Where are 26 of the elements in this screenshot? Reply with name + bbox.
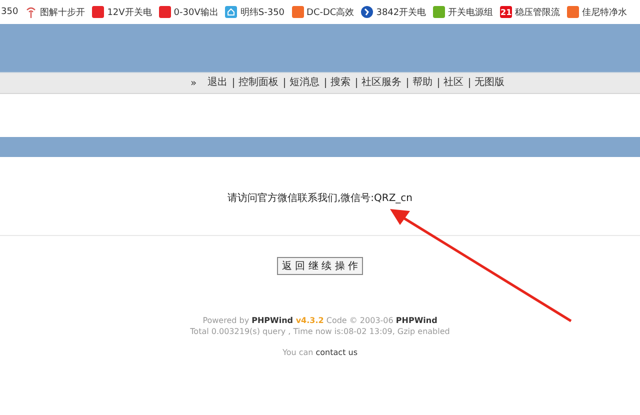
return-button[interactable]: 返 回 继 续 操 作	[277, 257, 363, 275]
nav-link[interactable]: 控制面板	[232, 78, 284, 88]
nav-link[interactable]: 帮助	[406, 78, 438, 88]
bookmark-item[interactable]: 佳尼特净水	[567, 6, 628, 18]
bookmark-item[interactable]: DC-DC高效	[292, 6, 354, 18]
stats-text: Total 0.003219(s) query , Time now is:08-02 13:09, Gzip enabled	[190, 326, 450, 337]
powered-by-text: Powered by PHPWind v4.3.2 Code © 2003-06 PHPWind	[202, 315, 438, 326]
bookmark-icon: 21	[500, 6, 512, 18]
nav-link[interactable]: 无图版	[468, 78, 510, 88]
bookmark-item[interactable]: 0-30V输出	[158, 6, 218, 18]
bookmark-item[interactable]: 3842开关电	[361, 6, 426, 18]
nav-marker: »	[190, 78, 197, 88]
nav-link[interactable]: 短消息	[284, 78, 325, 88]
bookmark-item[interactable]: 图解十步开	[25, 6, 86, 18]
notice-message: 请访问官方微信联系我们,微信号:QRZ_cn	[226, 192, 414, 205]
bookmark-item[interactable]: 开关电源组	[433, 6, 494, 18]
bookmark-item[interactable]: 明纬S-350	[225, 6, 285, 18]
bookmark-item[interactable]: 12V开关电	[92, 6, 152, 18]
nav-link[interactable]: 退出	[202, 78, 233, 88]
bookmark-item[interactable]: 21 稳压管限流	[500, 6, 560, 18]
nav-link[interactable]: 搜索	[324, 78, 356, 88]
contact-text: You can	[282, 348, 314, 357]
contact-link[interactable]: contact us	[316, 348, 358, 357]
nav-link[interactable]: 社区服务	[356, 78, 407, 88]
bookmark-item[interactable]: 350	[1, 7, 18, 17]
nav-link[interactable]: 社区	[438, 78, 469, 88]
